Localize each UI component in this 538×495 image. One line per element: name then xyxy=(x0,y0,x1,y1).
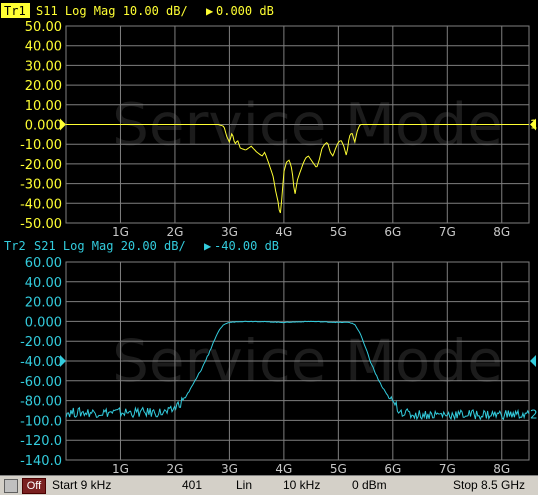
trace1-tag[interactable]: Tr1 xyxy=(4,4,26,18)
analyzer-display: Tr1 S11 Log Mag 10.00 dB/ ▶ 0.000 dB Tr2… xyxy=(1,3,538,476)
y-tick-label: 60.00 xyxy=(25,256,62,271)
y-tick-label: -120.0 xyxy=(20,434,62,449)
y-tick-label: -100.0 xyxy=(20,414,62,429)
x-tick-label: 2G xyxy=(166,225,183,239)
y-tick-label: -20.00 xyxy=(20,158,62,173)
y-tick-label: -140.0 xyxy=(20,454,62,469)
y-tick-label: 20.00 xyxy=(25,79,62,94)
x-tick-label: 6G xyxy=(384,225,401,239)
s21-plot[interactable]: Service Mode60.0040.0020.000.000-20.00-4… xyxy=(20,256,538,476)
ref-level-right-icon xyxy=(530,355,536,367)
if-bandwidth[interactable]: 10 kHz xyxy=(283,478,320,492)
trace1-ref-value[interactable]: 0.000 dB xyxy=(216,4,274,18)
points-count[interactable]: 401 xyxy=(182,478,202,492)
y-tick-label: -40.00 xyxy=(20,197,62,212)
y-tick-label: -40.00 xyxy=(20,355,62,370)
y-tick-label: -80.00 xyxy=(20,395,62,410)
x-tick-label: 2G xyxy=(166,462,183,475)
x-tick-label: 4G xyxy=(275,462,292,475)
x-tick-label: 3G xyxy=(221,462,238,475)
y-tick-label: -10.00 xyxy=(20,138,62,153)
x-tick-label: 3G xyxy=(221,225,238,239)
trace2-label[interactable]: S21 Log Mag 20.00 dB/ xyxy=(34,239,186,253)
x-tick-label: 6G xyxy=(384,462,401,475)
trace2-ref-marker-icon: ▶ xyxy=(204,239,212,253)
x-tick-label: 7G xyxy=(439,462,456,475)
y-tick-label: 10.00 xyxy=(25,99,62,114)
x-tick-label: 5G xyxy=(330,462,347,475)
y-tick-label: 50.00 xyxy=(25,20,62,35)
y-tick-label: 40.00 xyxy=(25,276,62,291)
square-icon[interactable] xyxy=(4,479,18,493)
y-tick-label: -60.00 xyxy=(20,375,62,390)
trace-end-marker: 1 xyxy=(530,118,538,132)
ref-level-left-icon xyxy=(60,118,66,131)
y-tick-label: 20.00 xyxy=(25,296,62,311)
x-tick-label: 7G xyxy=(439,225,456,239)
y-tick-label: 30.00 xyxy=(25,59,62,74)
x-tick-label: 8G xyxy=(493,225,510,239)
y-tick-label: 40.00 xyxy=(25,40,62,55)
x-tick-label: 4G xyxy=(275,225,292,239)
x-tick-label: 1G xyxy=(112,462,129,475)
s11-plot[interactable]: Service Mode50.0040.0030.0020.0010.000.0… xyxy=(20,20,538,239)
start-frequency[interactable]: Start 9 kHz xyxy=(52,478,111,492)
trace2-tag[interactable]: Tr2 xyxy=(4,239,26,253)
y-tick-label: 0.000 xyxy=(25,119,62,134)
x-tick-label: 5G xyxy=(330,225,347,239)
source-power[interactable]: 0 dBm xyxy=(352,478,387,492)
x-tick-label: 1G xyxy=(112,225,129,239)
x-tick-label: 8G xyxy=(493,462,510,475)
y-tick-label: -50.00 xyxy=(20,217,62,232)
y-tick-label: -20.00 xyxy=(20,335,62,350)
trace2-ref-value[interactable]: -40.00 dB xyxy=(214,239,279,253)
sweep-type[interactable]: Lin xyxy=(236,478,252,492)
y-tick-label: 0.000 xyxy=(25,315,62,330)
y-tick-label: -30.00 xyxy=(20,178,62,193)
ref-level-left-icon xyxy=(60,355,66,367)
status-bar: Off Start 9 kHz 401 Lin 10 kHz 0 dBm Sto… xyxy=(0,475,538,495)
rf-off-button[interactable]: Off xyxy=(22,478,46,494)
trace1-label[interactable]: S11 Log Mag 10.00 dB/ xyxy=(36,4,188,18)
trace-end-marker: 2 xyxy=(530,407,538,421)
analyzer-screen: Tr1 S11 Log Mag 10.00 dB/ ▶ 0.000 dB Tr2… xyxy=(0,0,538,476)
stop-frequency[interactable]: Stop 8.5 GHz xyxy=(453,478,525,492)
trace1-ref-marker-icon: ▶ xyxy=(206,4,214,18)
